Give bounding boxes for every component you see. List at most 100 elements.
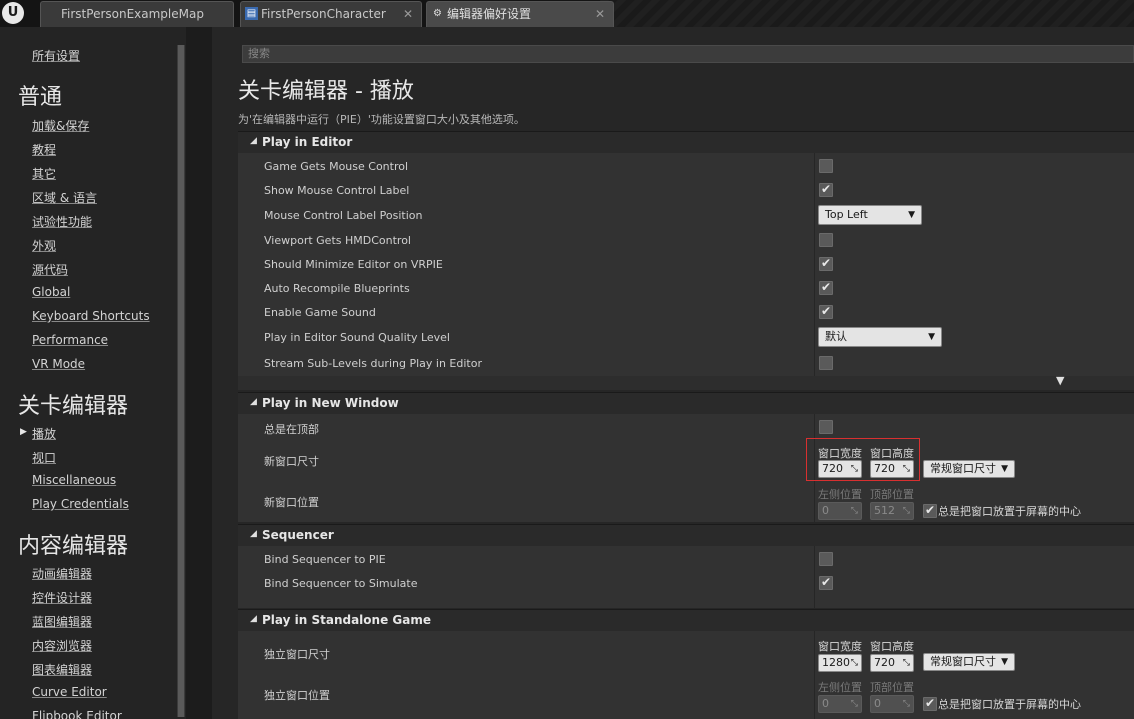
highlight-box xyxy=(806,438,920,481)
collapse-arrow-icon: ◢ xyxy=(250,397,257,407)
settings-icon: ⚙ xyxy=(433,8,442,19)
chevron-down-icon: ▼ xyxy=(1001,464,1008,474)
row-label: Enable Game Sound xyxy=(264,306,376,319)
standalone-center-checkbox[interactable] xyxy=(923,696,937,711)
standalone-width-input[interactable]: 1280 ⤡ xyxy=(818,654,862,672)
center-window-label: 总是把窗口放置于屏幕的中心 xyxy=(938,698,1081,711)
row-label: Play in Editor Sound Quality Level xyxy=(264,331,450,344)
sidebar-item[interactable]: Flipbook Editor xyxy=(32,709,122,719)
advanced-expand-strip[interactable]: ▼ xyxy=(238,374,1134,390)
auto-recompile-blueprints-checkbox[interactable] xyxy=(819,280,833,295)
mouse-control-label-position-dropdown[interactable]: Top Left ▼ xyxy=(818,205,922,225)
standalone-top-input[interactable]: 0 ⤡ xyxy=(870,695,914,713)
sidebar-item[interactable]: 外观 xyxy=(32,237,56,254)
viewport-gets-hmd-control-checkbox[interactable] xyxy=(819,233,833,247)
spin-value: 512 xyxy=(874,504,895,517)
panel-gap xyxy=(186,27,212,719)
column-divider xyxy=(814,153,815,376)
tabbar-background xyxy=(600,0,1134,27)
sidebar-item-play[interactable]: 播放 xyxy=(32,425,56,442)
sidebar-item[interactable]: 控件设计器 xyxy=(32,589,92,606)
sidebar-item[interactable]: 区域 & 语言 xyxy=(32,189,97,206)
resize-arrows-icon: ⤡ xyxy=(850,506,858,516)
sidebar-item[interactable]: 教程 xyxy=(32,141,56,158)
dropdown-value: Top Left xyxy=(825,208,868,221)
sidebar-item[interactable]: 动画编辑器 xyxy=(32,565,92,582)
blueprint-icon: ▤ xyxy=(245,7,258,20)
sidebar-item[interactable]: 源代码 xyxy=(32,261,68,278)
category-label: Play in Editor xyxy=(262,135,353,149)
stream-sub-levels-checkbox[interactable] xyxy=(819,356,833,370)
sidebar-scrollbar[interactable] xyxy=(177,45,185,717)
sidebar-item[interactable]: Play Credentials xyxy=(32,497,129,511)
settings-sidebar: 所有设置 普通 加载&保存 教程 其它 区域 & 语言 试验性功能 外观 源代码… xyxy=(0,27,186,719)
bind-sequencer-to-simulate-checkbox[interactable] xyxy=(819,575,833,590)
tab-first-person-character[interactable]: ▤ FirstPersonCharacter ✕ xyxy=(240,1,422,27)
sidebar-item[interactable]: 内容浏览器 xyxy=(32,637,92,654)
expand-advanced-icon: ▼ xyxy=(1056,374,1065,387)
page-title: 关卡编辑器 - 播放 xyxy=(238,79,414,104)
sidebar-item[interactable]: 视口 xyxy=(32,449,56,466)
game-gets-mouse-control-checkbox[interactable] xyxy=(819,159,833,173)
sidebar-item[interactable]: Miscellaneous xyxy=(32,473,116,487)
category-play-in-standalone-game[interactable]: ◢ Play in Standalone Game xyxy=(238,609,1134,631)
minimize-editor-vrpie-checkbox[interactable] xyxy=(819,256,833,271)
standalone-left-input[interactable]: 0 ⤡ xyxy=(818,695,862,713)
dropdown-value: 常规窗口尺寸 xyxy=(930,462,996,475)
sidebar-item[interactable]: VR Mode xyxy=(32,357,85,371)
row-label: Mouse Control Label Position xyxy=(264,209,423,222)
row-label: Game Gets Mouse Control xyxy=(264,160,409,173)
center-window-checkbox[interactable] xyxy=(923,503,937,518)
enable-game-sound-checkbox[interactable] xyxy=(819,304,833,319)
center-window-label: 总是把窗口放置于屏幕的中心 xyxy=(938,505,1081,518)
tab-label: FirstPersonExampleMap xyxy=(61,7,204,21)
sidebar-item-all-settings[interactable]: 所有设置 xyxy=(32,47,80,64)
sidebar-item[interactable]: Curve Editor xyxy=(32,685,107,699)
sidebar-heading-content-editor: 内容编辑器 xyxy=(18,534,129,559)
close-icon[interactable]: ✕ xyxy=(403,2,413,26)
resize-arrows-icon: ⤡ xyxy=(850,658,858,668)
chevron-down-icon: ▼ xyxy=(928,332,935,342)
sidebar-item[interactable]: Performance xyxy=(32,333,108,347)
resize-arrows-icon: ⤡ xyxy=(902,699,910,709)
sidebar-item[interactable]: Global xyxy=(32,285,70,299)
category-sequencer[interactable]: ◢ Sequencer xyxy=(238,524,1134,546)
category-play-in-editor[interactable]: ◢ Play in Editor xyxy=(238,131,1134,153)
top-position-input[interactable]: 512 ⤡ xyxy=(870,502,914,520)
close-icon[interactable]: ✕ xyxy=(595,2,605,26)
sidebar-heading-general: 普通 xyxy=(18,85,63,110)
row-label: 独立窗口尺寸 xyxy=(264,648,330,661)
sidebar-item[interactable]: 试验性功能 xyxy=(32,213,92,230)
sidebar-item[interactable]: 加载&保存 xyxy=(32,117,89,134)
unreal-logo-icon[interactable]: U xyxy=(2,2,24,24)
collapse-arrow-icon: ◢ xyxy=(250,614,257,624)
category-play-in-new-window[interactable]: ◢ Play in New Window xyxy=(238,392,1134,414)
sound-quality-level-dropdown[interactable]: 默认 ▼ xyxy=(818,327,942,347)
spin-value: 0 xyxy=(822,697,829,710)
resize-arrows-icon: ⤡ xyxy=(902,658,910,668)
left-position-input[interactable]: 0 ⤡ xyxy=(818,502,862,520)
row-label: 新窗口尺寸 xyxy=(264,455,319,468)
sidebar-item[interactable]: 图表编辑器 xyxy=(32,661,92,678)
row-label: 新窗口位置 xyxy=(264,496,319,509)
category-label: Play in Standalone Game xyxy=(262,613,431,627)
tab-first-person-example-map[interactable]: FirstPersonExampleMap xyxy=(40,1,234,27)
tab-editor-preferences[interactable]: ⚙ 编辑器偏好设置 ✕ xyxy=(426,1,614,27)
window-size-preset-dropdown[interactable]: 常规窗口尺寸 ▼ xyxy=(923,460,1015,478)
sidebar-item[interactable]: 蓝图编辑器 xyxy=(32,613,92,630)
window-height-label: 窗口高度 xyxy=(870,640,914,653)
tab-label: FirstPersonCharacter xyxy=(261,7,386,21)
resize-arrows-icon: ⤡ xyxy=(850,699,858,709)
standalone-height-input[interactable]: 720 ⤡ xyxy=(870,654,914,672)
bind-sequencer-to-pie-checkbox[interactable] xyxy=(819,552,833,566)
sidebar-item[interactable]: 其它 xyxy=(32,165,56,182)
show-mouse-control-label-checkbox[interactable] xyxy=(819,182,833,197)
search-input[interactable]: 搜索 xyxy=(242,45,1134,63)
resize-arrows-icon: ⤡ xyxy=(902,506,910,516)
standalone-size-preset-dropdown[interactable]: 常规窗口尺寸 ▼ xyxy=(923,653,1015,671)
sidebar-item[interactable]: Keyboard Shortcuts xyxy=(32,309,150,323)
category-label: Play in New Window xyxy=(262,396,399,410)
chevron-down-icon: ▼ xyxy=(908,210,915,220)
tab-bar: U FirstPersonExampleMap ▤ FirstPersonCha… xyxy=(0,0,1134,27)
always-on-top-checkbox[interactable] xyxy=(819,420,833,434)
